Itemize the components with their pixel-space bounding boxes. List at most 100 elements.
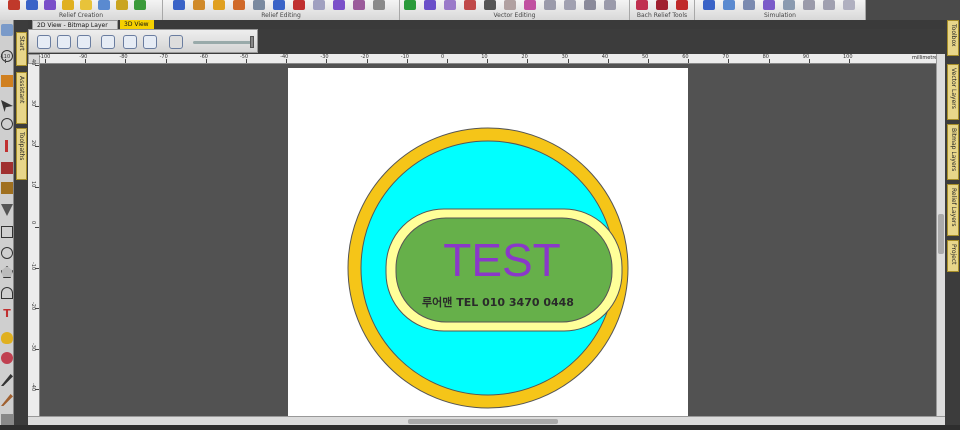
snapshot-icon[interactable] (169, 35, 183, 49)
node-edit-icon[interactable] (404, 0, 416, 10)
horizontal-scrollbar[interactable] (28, 416, 945, 425)
transform-tool-icon[interactable] (1, 118, 13, 130)
check-icon[interactable] (723, 0, 735, 10)
zoom-icon[interactable] (1, 24, 13, 36)
tab-vector-layers[interactable]: Vector Layers (947, 64, 959, 120)
rotate-icon[interactable] (564, 0, 576, 10)
paste-relief-icon[interactable] (134, 0, 146, 10)
eraser-icon[interactable] (1, 162, 13, 174)
mirror-icon[interactable] (273, 0, 285, 10)
pan-icon[interactable] (143, 35, 157, 49)
preview-icon[interactable] (763, 0, 775, 10)
tab-toolbox[interactable]: Toolbox (947, 20, 959, 56)
align-icon[interactable] (544, 0, 556, 10)
ribbon-groups: Relief Creation Relief Editing Vector Ed… (0, 0, 866, 20)
relief-shape-icon[interactable] (8, 0, 20, 10)
ruler-top-tick (4, 59, 6, 63)
drawing-canvas[interactable]: TEST 루어맨 TEL 010 3470 0448 (40, 64, 936, 416)
tab-3d-view[interactable]: 3D View (120, 20, 154, 29)
sim-settings-icon[interactable] (843, 0, 855, 10)
bach-tool-icon[interactable] (676, 0, 688, 10)
ellipse-icon[interactable] (1, 247, 13, 259)
ruler-left-tick (35, 348, 39, 350)
tab-relief-layers[interactable]: Relief Layers (947, 184, 959, 236)
tab-toolpaths[interactable]: Toolpaths (16, 128, 27, 180)
ruler-left-tick (35, 65, 39, 66)
spin-icon[interactable] (44, 0, 56, 10)
ruler-top-tick (45, 59, 46, 63)
bach-edit-icon[interactable] (656, 0, 668, 10)
group-icon[interactable] (604, 0, 616, 10)
zoom-box-icon[interactable] (101, 35, 115, 49)
text-tool-icon[interactable]: T (1, 308, 13, 320)
left-toolbar: T (0, 20, 14, 430)
weld-icon[interactable] (424, 0, 436, 10)
tab-2d-view[interactable]: 2D View - Bitmap Layer (32, 20, 118, 29)
transform-icon[interactable] (584, 0, 596, 10)
tab-start[interactable]: Start (16, 32, 27, 66)
ribbon-group-vector-editing: Vector Editing (400, 0, 630, 20)
zoom-slider-thumb[interactable] (250, 36, 254, 48)
reset-icon[interactable] (333, 0, 345, 10)
smooth-icon[interactable] (173, 0, 185, 10)
ruler-top-tick (125, 59, 127, 63)
tab-bitmap-layers[interactable]: Bitmap Layers (947, 124, 959, 180)
tab-start-label: Start (18, 36, 25, 51)
verify-icon[interactable] (743, 0, 755, 10)
sculpt-icon[interactable] (193, 0, 205, 10)
knife-icon[interactable] (1, 374, 13, 386)
flip-icon[interactable] (353, 0, 365, 10)
zoom-fit-icon[interactable] (77, 35, 91, 49)
heart-icon[interactable] (783, 0, 795, 10)
ruler-left-tick (35, 308, 39, 309)
artwork: TEST 루어맨 TEL 010 3470 0448 (347, 127, 629, 409)
extrude-icon[interactable] (26, 0, 38, 10)
node-select-icon[interactable] (1, 100, 13, 112)
bezier-icon[interactable] (1, 204, 13, 216)
badge-subtitle[interactable]: 루어맨 TEL 010 3470 0448 (422, 295, 574, 309)
ribbon-group-simulation: Simulation (695, 0, 866, 20)
offset-vector-icon[interactable] (484, 0, 496, 10)
trim-icon[interactable] (504, 0, 516, 10)
rectangle-icon[interactable] (1, 226, 13, 238)
zoom-slider[interactable] (193, 41, 253, 44)
polygon-icon[interactable] (1, 266, 13, 278)
vertical-scrollbar[interactable] (936, 54, 945, 416)
pattern-icon[interactable] (116, 0, 128, 10)
fade-icon[interactable] (293, 0, 305, 10)
arc-icon[interactable] (1, 287, 13, 299)
texture-icon[interactable] (80, 0, 92, 10)
smudge-icon[interactable] (1, 394, 13, 406)
select-arrow-icon[interactable] (1, 75, 13, 87)
vertical-scroll-thumb[interactable] (938, 214, 944, 254)
offset-icon[interactable] (213, 0, 225, 10)
sweep-icon[interactable] (62, 0, 74, 10)
ruler-top-tick (808, 59, 810, 63)
text-icon[interactable] (444, 0, 456, 10)
zoom-page-icon[interactable] (123, 35, 137, 49)
reset-sim-icon[interactable] (823, 0, 835, 10)
badge-title[interactable]: TEST (443, 234, 561, 286)
scale-icon[interactable] (233, 0, 245, 10)
join-icon[interactable] (524, 0, 536, 10)
play-icon[interactable] (803, 0, 815, 10)
tab-assistant[interactable]: Assistant (16, 72, 27, 124)
ruler-top-tick (165, 59, 167, 63)
view-toolbar (28, 29, 258, 53)
material-page[interactable]: TEST 루어맨 TEL 010 3470 0448 (288, 68, 688, 416)
zoom-out-icon[interactable] (57, 35, 71, 49)
trace-icon[interactable] (464, 0, 476, 10)
brush-tool-icon[interactable] (1, 182, 13, 194)
zoom-in-icon[interactable] (37, 35, 51, 49)
erase-icon[interactable] (253, 0, 265, 10)
tab-project[interactable]: Project (947, 240, 959, 272)
horizontal-scroll-thumb[interactable] (408, 419, 558, 424)
color-picker-icon[interactable] (1, 352, 13, 364)
fill-icon[interactable] (1, 332, 13, 344)
brush-icon[interactable] (373, 0, 385, 10)
simulate-icon[interactable] (703, 0, 715, 10)
face-icon[interactable] (98, 0, 110, 10)
bach-relief-icon[interactable] (636, 0, 648, 10)
bitmap-icon[interactable] (313, 0, 325, 10)
pencil-icon[interactable] (5, 140, 8, 152)
